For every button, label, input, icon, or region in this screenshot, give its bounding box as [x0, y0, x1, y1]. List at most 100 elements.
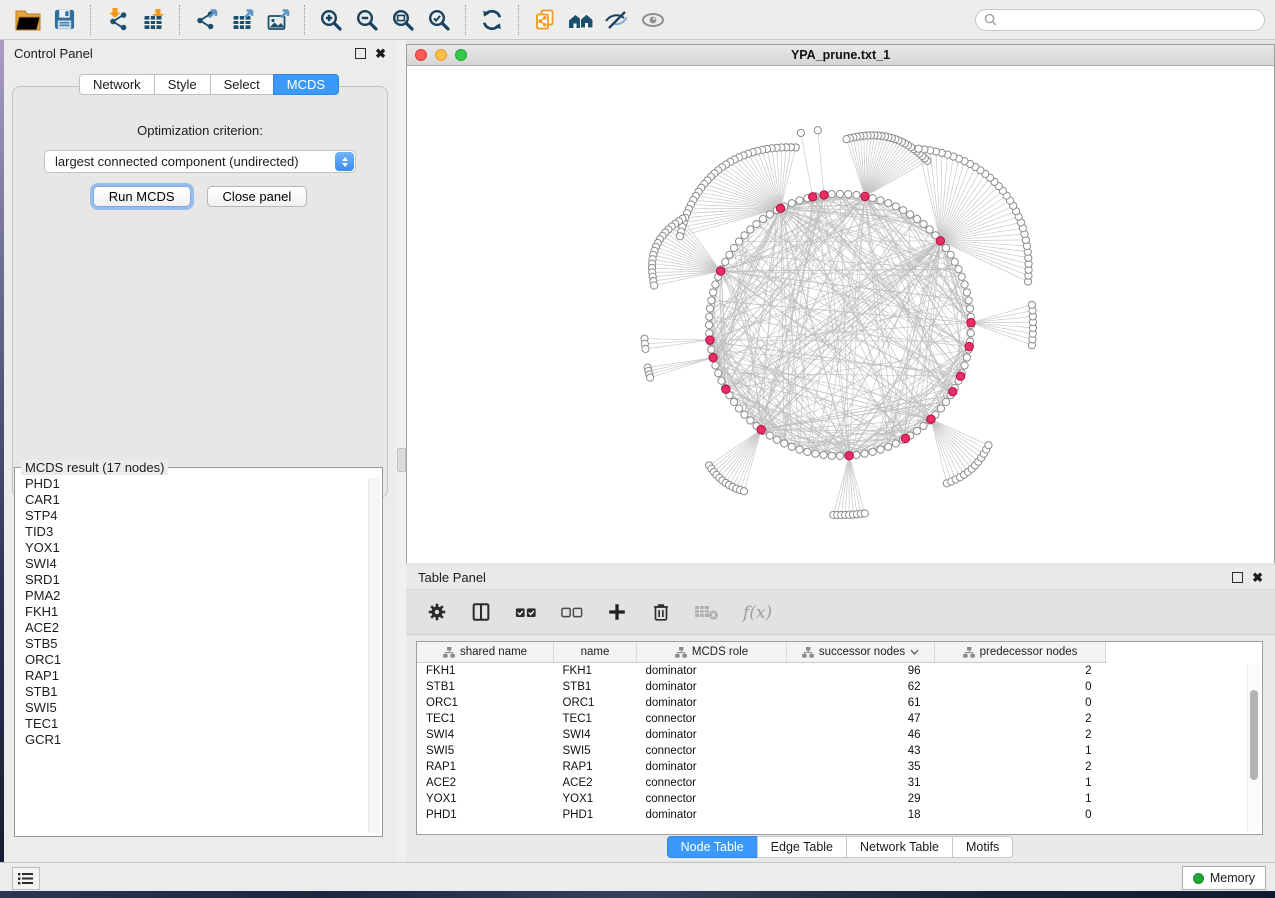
- delete-column-button[interactable]: [650, 601, 672, 623]
- export-table-button[interactable]: [224, 4, 260, 36]
- graph-node[interactable]: [747, 226, 754, 233]
- mcds-result-item[interactable]: RAP1: [25, 668, 372, 684]
- window-zoom-icon[interactable]: [455, 49, 467, 61]
- panel-splitter[interactable]: [396, 40, 406, 862]
- graph-node[interactable]: [753, 220, 760, 227]
- graph-node[interactable]: [853, 191, 860, 198]
- graph-node[interactable]: [708, 297, 715, 304]
- table-row[interactable]: SWI4SWI4dominator462: [417, 727, 1106, 743]
- graph-hub-node[interactable]: [845, 451, 853, 459]
- column-header-MCDS-role[interactable]: MCDS role: [637, 642, 787, 663]
- graph-node[interactable]: [965, 297, 972, 304]
- search-box[interactable]: [975, 9, 1265, 31]
- table-row[interactable]: TEC1TEC1connector472: [417, 711, 1106, 727]
- show-panels-button[interactable]: [12, 867, 40, 890]
- gray-eye-button[interactable]: [635, 4, 671, 36]
- graph-node[interactable]: [796, 446, 803, 453]
- graph-node[interactable]: [869, 448, 876, 455]
- graph-hub-node[interactable]: [901, 434, 909, 442]
- float-panel-button[interactable]: [355, 48, 366, 59]
- mcds-result-item[interactable]: STB5: [25, 636, 372, 652]
- mcds-result-item[interactable]: CAR1: [25, 492, 372, 508]
- graph-hub-node[interactable]: [965, 342, 973, 350]
- graph-node[interactable]: [705, 321, 712, 328]
- graph-node[interactable]: [885, 443, 892, 450]
- window-minimize-icon[interactable]: [435, 49, 447, 61]
- graph-node[interactable]: [920, 422, 927, 429]
- graph-node[interactable]: [951, 258, 958, 265]
- mcds-result-item[interactable]: PHD1: [25, 476, 372, 492]
- mcds-result-item[interactable]: ORC1: [25, 652, 372, 668]
- tab-network-table[interactable]: Network Table: [846, 836, 953, 858]
- import-table-button[interactable]: [135, 4, 171, 36]
- graph-hub-node[interactable]: [722, 385, 730, 393]
- graph-hub-node[interactable]: [967, 319, 975, 327]
- graph-node[interactable]: [814, 127, 821, 134]
- graph-hub-node[interactable]: [709, 353, 717, 361]
- graph-node[interactable]: [853, 451, 860, 458]
- import-network-button[interactable]: [99, 4, 135, 36]
- close-panel-button-mcds[interactable]: Close panel: [207, 186, 308, 207]
- graph-node[interactable]: [900, 207, 907, 214]
- zoom-selected-button[interactable]: [421, 4, 457, 36]
- graph-node[interactable]: [759, 215, 766, 222]
- graph-node[interactable]: [715, 370, 722, 377]
- graph-node[interactable]: [651, 282, 658, 289]
- network-canvas[interactable]: [407, 66, 1274, 563]
- graph-node[interactable]: [741, 232, 748, 239]
- graph-node[interactable]: [937, 405, 944, 412]
- graph-node[interactable]: [788, 443, 795, 450]
- splitter-handle-icon[interactable]: [397, 448, 406, 472]
- graph-node[interactable]: [722, 258, 729, 265]
- tab-select[interactable]: Select: [210, 74, 274, 95]
- mcds-result-item[interactable]: TEC1: [25, 716, 372, 732]
- graph-hub-node[interactable]: [757, 425, 765, 433]
- gear-button[interactable]: [426, 601, 448, 623]
- refresh-button[interactable]: [474, 4, 510, 36]
- graph-hub-node[interactable]: [956, 372, 964, 380]
- graph-node[interactable]: [926, 226, 933, 233]
- graph-node[interactable]: [963, 289, 970, 296]
- mcds-result-item[interactable]: ACE2: [25, 620, 372, 636]
- graph-node[interactable]: [861, 450, 868, 457]
- table-row[interactable]: RAP1RAP1dominator352: [417, 759, 1106, 775]
- mcds-result-item[interactable]: STB1: [25, 684, 372, 700]
- search-input[interactable]: [1003, 12, 1256, 28]
- graph-node[interactable]: [961, 362, 968, 369]
- mcds-result-item[interactable]: PMA2: [25, 588, 372, 604]
- mcds-result-item[interactable]: SWI4: [25, 556, 372, 572]
- graph-node[interactable]: [958, 273, 965, 280]
- graph-node[interactable]: [966, 305, 973, 312]
- graph-node[interactable]: [820, 451, 827, 458]
- close-table-panel-button[interactable]: ✖: [1252, 571, 1263, 584]
- result-scrollbar[interactable]: [368, 478, 380, 833]
- add-column-button[interactable]: [606, 601, 628, 623]
- graph-node[interactable]: [1028, 301, 1035, 308]
- graph-node[interactable]: [812, 450, 819, 457]
- table-row[interactable]: ORC1ORC1dominator610: [417, 695, 1106, 711]
- graph-hub-node[interactable]: [706, 336, 714, 344]
- graph-hub-node[interactable]: [716, 267, 724, 275]
- graph-node[interactable]: [907, 211, 914, 218]
- graph-node[interactable]: [913, 215, 920, 222]
- memory-button[interactable]: Memory: [1182, 866, 1266, 890]
- graph-hub-node[interactable]: [949, 387, 957, 395]
- duplicate-network-button[interactable]: [527, 4, 563, 36]
- graph-node[interactable]: [869, 195, 876, 202]
- network-home-button[interactable]: [563, 4, 599, 36]
- mcds-result-item[interactable]: GCR1: [25, 732, 372, 748]
- graph-node[interactable]: [885, 200, 892, 207]
- mcds-result-item[interactable]: YOX1: [25, 540, 372, 556]
- graph-hub-node[interactable]: [776, 204, 784, 212]
- graph-node[interactable]: [718, 377, 725, 384]
- tab-network[interactable]: Network: [79, 74, 155, 95]
- graph-node[interactable]: [710, 289, 717, 296]
- window-close-icon[interactable]: [415, 49, 427, 61]
- graph-node[interactable]: [766, 432, 773, 439]
- run-mcds-button[interactable]: Run MCDS: [93, 186, 191, 207]
- graph-node[interactable]: [730, 244, 737, 251]
- graph-node[interactable]: [920, 220, 927, 227]
- graph-node[interactable]: [712, 362, 719, 369]
- graph-node[interactable]: [797, 129, 804, 136]
- graph-node[interactable]: [942, 244, 949, 251]
